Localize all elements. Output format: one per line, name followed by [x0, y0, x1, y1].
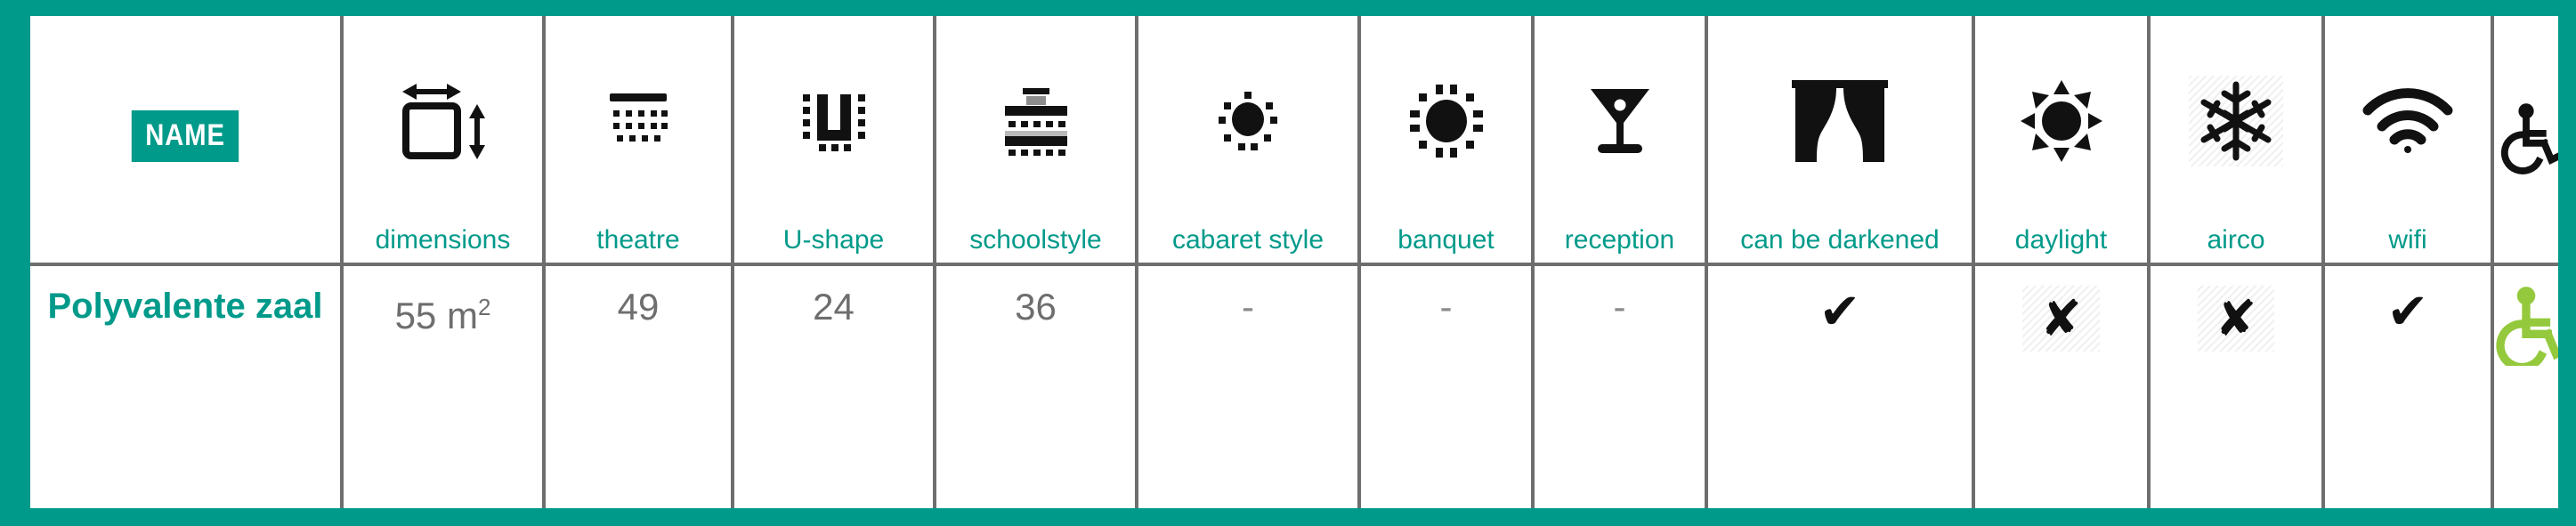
- wifi-icon: [2325, 16, 2491, 225]
- header-label-name: [182, 255, 189, 257]
- darkened-check-icon: ✔: [1819, 283, 1861, 339]
- banquet-icon: [1361, 16, 1531, 225]
- dimensions-exponent: 2: [477, 294, 491, 320]
- cell-room-name: Polyvalente zaal: [30, 266, 344, 508]
- wifi-check-icon: ✔: [2386, 283, 2429, 339]
- cell-wifi: ✔: [2325, 266, 2494, 508]
- ushape-value: 24: [813, 286, 855, 328]
- header-label-accessible: [2523, 255, 2530, 257]
- cell-cabaret: -: [1138, 266, 1361, 508]
- header-label-darkened: can be darkened: [1740, 225, 1940, 255]
- header-cell-banquet: banquet: [1361, 16, 1535, 263]
- accessible-wheelchair-icon: [2494, 286, 2558, 366]
- header-label-banquet: banquet: [1397, 225, 1495, 255]
- daylight-cross-icon: ✘: [2022, 286, 2100, 352]
- cell-daylight: ✘: [1975, 266, 2151, 508]
- cell-theatre: 49: [546, 266, 734, 508]
- cabaret-value: -: [1242, 286, 1254, 328]
- banquet-value: -: [1439, 286, 1453, 328]
- header-label-theatre: theatre: [596, 225, 680, 255]
- header-label-ushape: U-shape: [782, 225, 885, 255]
- header-cell-dimensions: dimensions: [344, 16, 546, 263]
- header-cell-wifi: wifi: [2325, 16, 2494, 263]
- header-label-schoolstyle: schoolstyle: [969, 225, 1102, 255]
- header-label-airco: airco: [2207, 225, 2265, 255]
- cell-ushape: 24: [734, 266, 936, 508]
- theatre-icon: [546, 16, 731, 225]
- header-cell-schoolstyle: schoolstyle: [936, 16, 1138, 263]
- dimensions-value: 55 m2: [395, 286, 491, 337]
- schoolstyle-icon: [936, 16, 1135, 225]
- cell-reception: -: [1535, 266, 1708, 508]
- header-cell-airco: airco: [2151, 16, 2325, 263]
- snowflake-icon-wrap: [2151, 16, 2321, 225]
- cell-schoolstyle: 36: [936, 266, 1138, 508]
- header-cell-theatre: theatre: [546, 16, 734, 263]
- table-frame: NAME dimensions theatre U-shape schoolst…: [0, 0, 2576, 526]
- header-cell-cabaret: cabaret style: [1138, 16, 1361, 263]
- room-facilities-table: NAME dimensions theatre U-shape schoolst…: [30, 16, 2558, 508]
- wheelchair-icon: [2494, 16, 2558, 255]
- header-label-wifi: wifi: [2388, 225, 2427, 255]
- header-cell-darkened: can be darkened: [1708, 16, 1975, 263]
- header-cell-accessible: [2494, 16, 2558, 263]
- header-label-dimensions: dimensions: [375, 225, 511, 255]
- curtain-icon: [1708, 16, 1972, 225]
- u-shape-icon: [734, 16, 933, 225]
- header-label-cabaret: cabaret style: [1171, 225, 1324, 255]
- room-name-label: Polyvalente zaal: [47, 287, 323, 326]
- cell-banquet: -: [1361, 266, 1535, 508]
- header-label-daylight: daylight: [2014, 225, 2108, 255]
- table-row[interactable]: Polyvalente zaal 55 m2 49 24 36 - - - ✔ …: [30, 266, 2558, 508]
- airco-cross-icon: ✘: [2197, 286, 2275, 352]
- schoolstyle-value: 36: [1015, 286, 1057, 328]
- dimensions-number: 55 m: [394, 295, 478, 336]
- reception-value: -: [1613, 286, 1626, 328]
- header-cell-name: NAME: [30, 16, 344, 263]
- table-header-row: NAME dimensions theatre U-shape schoolst…: [30, 16, 2558, 266]
- header-cell-daylight: daylight: [1975, 16, 2151, 263]
- cell-darkened: ✔: [1708, 266, 1975, 508]
- reception-icon: [1535, 16, 1705, 225]
- cell-accessible: [2494, 266, 2558, 508]
- cabaret-style-icon: [1138, 16, 1357, 225]
- theatre-value: 49: [617, 286, 660, 328]
- header-label-reception: reception: [1564, 225, 1675, 255]
- name-badge: NAME: [131, 109, 239, 162]
- dimensions-icon: [344, 16, 542, 225]
- snowflake-icon: [2189, 75, 2283, 166]
- name-badge-wrap: NAME: [30, 16, 340, 255]
- cell-airco: ✘: [2151, 266, 2325, 508]
- sun-icon: [1975, 16, 2147, 225]
- header-cell-ushape: U-shape: [734, 16, 936, 263]
- cell-dimensions: 55 m2: [344, 266, 546, 508]
- header-cell-reception: reception: [1535, 16, 1708, 263]
